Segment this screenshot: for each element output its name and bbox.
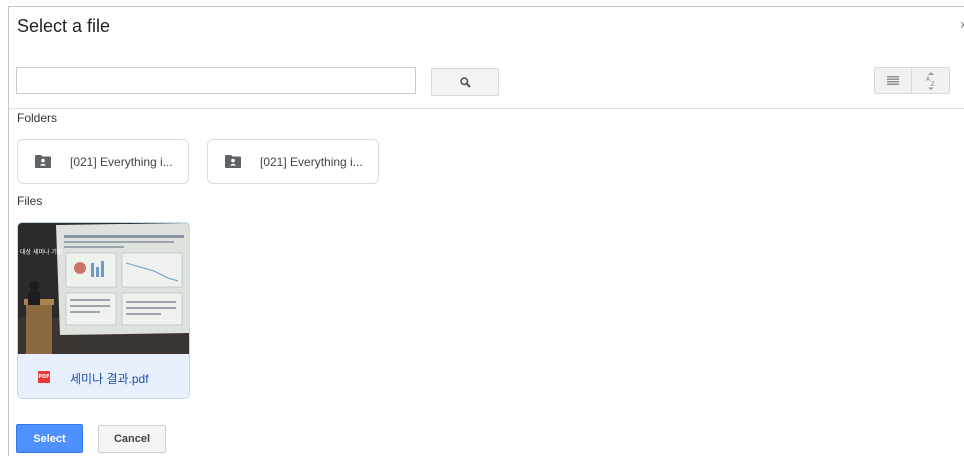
file-picker-dialog: Select a file x A Z Folders [021] Everyt… xyxy=(8,6,964,456)
file-name: 세미나 결과.pdf xyxy=(70,372,149,386)
close-button[interactable]: x xyxy=(961,19,964,31)
files-section-label: Files xyxy=(17,194,43,208)
list-view-icon xyxy=(887,76,899,85)
select-button[interactable]: Select xyxy=(16,424,83,453)
sort-button[interactable]: A Z xyxy=(912,67,950,94)
folder-label: [021] Everything i... xyxy=(70,154,173,169)
file-card[interactable]: 대상 세미나 기획 PDF 세미나 결과.pdf xyxy=(17,222,190,399)
dialog-title: Select a file xyxy=(17,16,111,36)
shared-folder-icon xyxy=(35,155,51,168)
pdf-icon: PDF xyxy=(38,371,50,383)
svg-text:Z: Z xyxy=(930,81,934,88)
search-input[interactable] xyxy=(16,67,416,94)
shared-folder-icon xyxy=(225,155,241,168)
list-view-button[interactable] xyxy=(874,67,912,94)
thumbnail-caption: 대상 세미나 기획 xyxy=(20,248,62,256)
search-button[interactable] xyxy=(431,68,499,96)
file-footer: PDF 세미나 결과.pdf xyxy=(18,354,189,398)
header-divider xyxy=(9,108,964,109)
sort-az-icon: A Z xyxy=(926,71,934,90)
search-icon xyxy=(459,76,471,88)
folder-item[interactable]: [021] Everything i... xyxy=(207,139,379,184)
folder-item[interactable]: [021] Everything i... xyxy=(17,139,189,184)
folders-section-label: Folders xyxy=(17,111,58,125)
file-thumbnail: 대상 세미나 기획 xyxy=(18,223,189,354)
cancel-button[interactable]: Cancel xyxy=(98,425,166,453)
folder-label: [021] Everything i... xyxy=(260,154,363,169)
